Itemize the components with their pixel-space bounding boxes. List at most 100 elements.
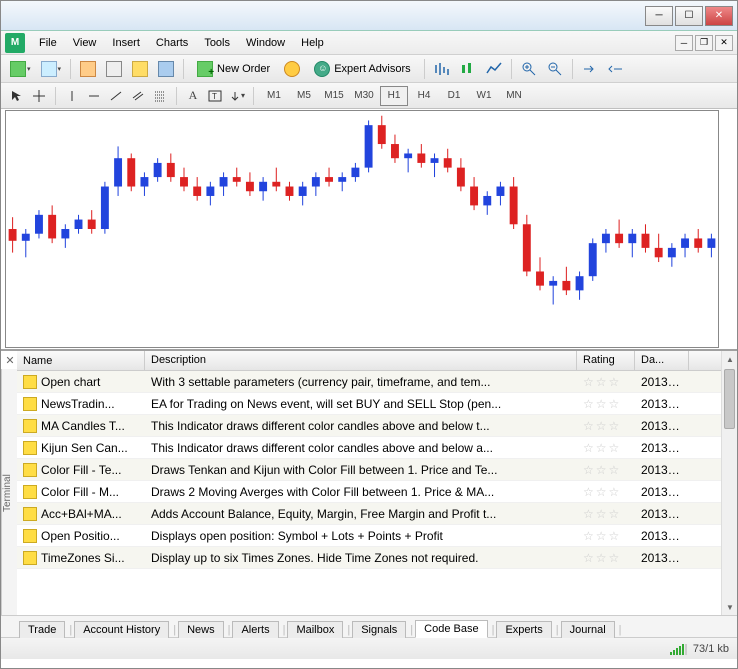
table-row[interactable]: NewsTradin...EA for Trading on News even… [17,393,721,415]
scroll-up-button[interactable]: ▲ [722,351,738,367]
timeframe-h1[interactable]: H1 [380,86,408,106]
tab-journal[interactable]: Journal [561,621,615,638]
zoom-out-button[interactable] [544,59,566,79]
menu-help[interactable]: Help [293,34,332,52]
table-body: Open chartWith 3 settable parameters (cu… [17,371,721,617]
script-icon [23,397,37,411]
table-row[interactable]: Kijun Sen Can...This Indicator draws dif… [17,437,721,459]
menu-tools[interactable]: Tools [196,34,238,52]
cell-description: This Indicator draws different color can… [145,419,577,433]
arrows-button[interactable]: ▾ [227,86,247,106]
tab-signals[interactable]: Signals [352,621,406,638]
tab-code-base[interactable]: Code Base [415,620,487,638]
terminal-close-button[interactable]: ✕ [3,353,17,367]
table-row[interactable]: Open chartWith 3 settable parameters (cu… [17,371,721,393]
cell-name: Color Fill - Te... [17,463,145,477]
timeframe-m30[interactable]: M30 [350,86,378,106]
table-row[interactable]: TimeZones Si...Display up to six Times Z… [17,547,721,569]
chart-shift-button[interactable] [605,59,627,79]
header-rating[interactable]: Rating [577,351,635,370]
timeframe-m1[interactable]: M1 [260,86,288,106]
vertical-scrollbar[interactable]: ▲ ▼ [721,351,737,615]
new-chart-button[interactable]: ▾ [7,59,34,79]
header-description[interactable]: Description [145,351,577,370]
cell-description: Adds Account Balance, Equity, Margin, Fr… [145,507,577,521]
timeframe-d1[interactable]: D1 [440,86,468,106]
tab-mailbox[interactable]: Mailbox [287,621,343,638]
minimize-button[interactable]: ─ [645,6,673,26]
tab-experts[interactable]: Experts [496,621,551,638]
channel-button[interactable] [128,86,148,106]
transfer-status: 73/1 kb [693,643,729,655]
header-date[interactable]: Da... [635,351,689,370]
trendline-button[interactable] [106,86,126,106]
cell-description: Draws 2 Moving Averges with Color Fill b… [145,485,577,499]
profiles-button[interactable]: ▾ [38,59,65,79]
mdi-restore-button[interactable]: ❐ [695,35,713,51]
cell-rating[interactable]: ☆☆☆ [577,419,635,433]
expert-advisors-label: Expert Advisors [334,63,410,75]
terminal-toggle-button[interactable] [129,59,151,79]
bar-chart-button[interactable] [431,59,453,79]
mdi-minimize-button[interactable]: ─ [675,35,693,51]
table-row[interactable]: Open Positio...Displays open position: S… [17,525,721,547]
cell-rating[interactable]: ☆☆☆ [577,529,635,543]
table-row[interactable]: Color Fill - M...Draws 2 Moving Averges … [17,481,721,503]
vertical-line-button[interactable] [62,86,82,106]
menu-file[interactable]: File [31,34,65,52]
cell-name: MA Candles T... [17,419,145,433]
timeframe-m5[interactable]: M5 [290,86,318,106]
tab-account-history[interactable]: Account History [74,621,169,638]
menu-window[interactable]: Window [238,34,293,52]
mdi-close-button[interactable]: ✕ [715,35,733,51]
market-watch-button[interactable] [77,59,99,79]
cell-rating[interactable]: ☆☆☆ [577,463,635,477]
cell-rating[interactable]: ☆☆☆ [577,507,635,521]
timeframe-mn[interactable]: MN [500,86,528,106]
table-row[interactable]: Color Fill - Te...Draws Tenkan and Kijun… [17,459,721,481]
cell-name: TimeZones Si... [17,551,145,565]
horizontal-line-button[interactable] [84,86,104,106]
text-button[interactable]: A [183,86,203,106]
menu-charts[interactable]: Charts [148,34,196,52]
close-button[interactable]: ✕ [705,6,733,26]
candle-chart-button[interactable] [457,59,479,79]
cell-rating[interactable]: ☆☆☆ [577,397,635,411]
tab-alerts[interactable]: Alerts [232,621,278,638]
scroll-down-button[interactable]: ▼ [722,599,738,615]
chart-area[interactable] [5,110,719,348]
cell-rating[interactable]: ☆☆☆ [577,441,635,455]
metaeditor-button[interactable] [281,59,303,79]
expert-advisors-button[interactable]: ☺ Expert Advisors [307,59,417,79]
menu-bar: M FileViewInsertChartsToolsWindowHelp ─ … [1,31,737,55]
auto-scroll-button[interactable] [579,59,601,79]
table-row[interactable]: Acc+BAl+MA...Adds Account Balance, Equit… [17,503,721,525]
navigator-button[interactable] [103,59,125,79]
cell-date: 2013.0... [635,463,689,477]
crosshair-button[interactable] [29,86,49,106]
zoom-in-button[interactable] [518,59,540,79]
cell-date: 2013.1... [635,375,689,389]
strategy-tester-button[interactable] [155,59,177,79]
script-icon [23,529,37,543]
line-chart-button[interactable] [483,59,505,79]
menu-view[interactable]: View [65,34,105,52]
header-name[interactable]: Name [17,351,145,370]
maximize-button[interactable]: ☐ [675,6,703,26]
text-label-button[interactable]: T [205,86,225,106]
scroll-thumb[interactable] [724,369,735,429]
tab-news[interactable]: News [178,621,224,638]
cell-rating[interactable]: ☆☆☆ [577,485,635,499]
timeframe-w1[interactable]: W1 [470,86,498,106]
cursor-button[interactable] [7,86,27,106]
menu-insert[interactable]: Insert [104,34,148,52]
cell-rating[interactable]: ☆☆☆ [577,375,635,389]
table-row[interactable]: MA Candles T...This Indicator draws diff… [17,415,721,437]
new-order-button[interactable]: + New Order [190,59,277,79]
fibonacci-button[interactable] [150,86,170,106]
tab-trade[interactable]: Trade [19,621,65,638]
timeframe-m15[interactable]: M15 [320,86,348,106]
timeframe-h4[interactable]: H4 [410,86,438,106]
cell-description: Draws Tenkan and Kijun with Color Fill b… [145,463,577,477]
cell-rating[interactable]: ☆☆☆ [577,551,635,565]
